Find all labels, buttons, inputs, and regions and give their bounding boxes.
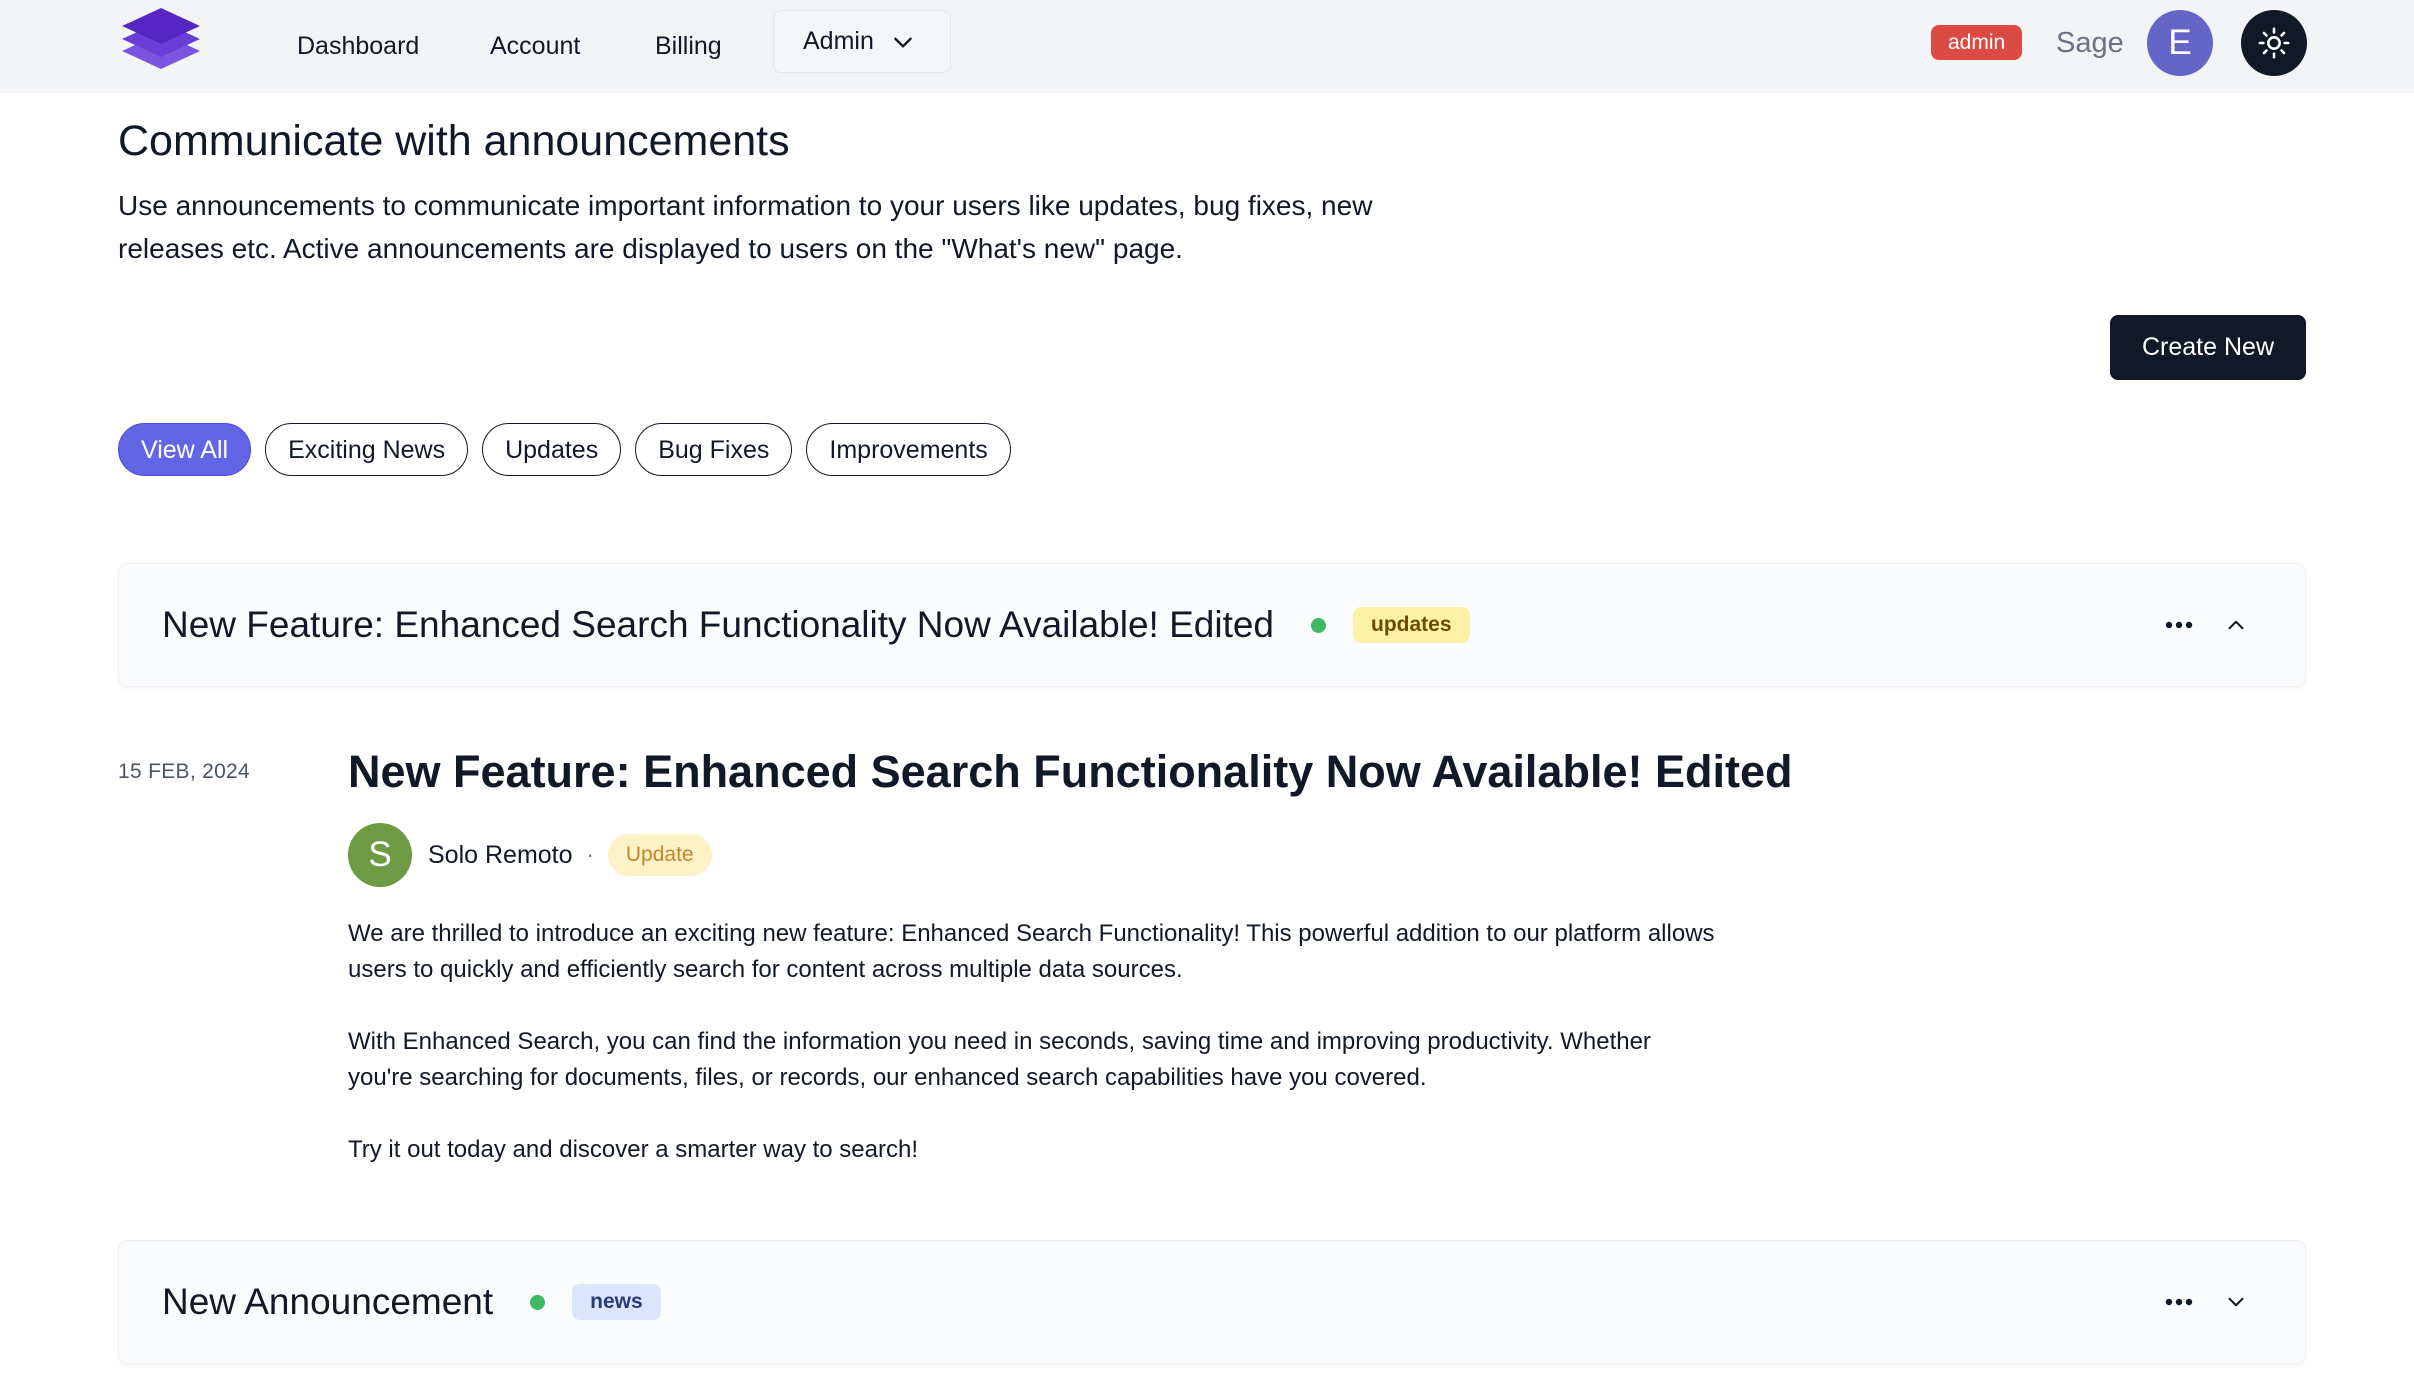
filter-exciting-news[interactable]: Exciting News	[265, 423, 469, 476]
create-new-button[interactable]: Create New	[2110, 315, 2306, 380]
nav-account[interactable]: Account	[490, 24, 580, 68]
announcement-row[interactable]: New Feature: Enhanced Search Functionali…	[118, 563, 2306, 687]
announcement-title: New Feature: Enhanced Search Functionali…	[162, 604, 1275, 645]
post-paragraph: We are thrilled to introduce an exciting…	[348, 920, 1715, 983]
post-paragraph: Try it out today and discover a smarter …	[348, 1136, 919, 1163]
chevron-down-icon[interactable]	[2223, 1289, 2249, 1315]
author-name: Solo Remoto	[428, 840, 573, 869]
username: Sage	[2056, 27, 2124, 59]
filter-chips: View All Exciting News Updates Bug Fixes…	[118, 423, 1011, 476]
theme-toggle-button[interactable]	[2241, 10, 2307, 76]
author-avatar: S	[348, 823, 412, 887]
role-badge: admin	[1931, 25, 2023, 60]
separator-dot: ·	[586, 842, 594, 867]
announcement-row[interactable]: New Announcement news	[118, 1240, 2306, 1364]
filter-bug-fixes[interactable]: Bug Fixes	[635, 423, 793, 476]
post-title: New Feature: Enhanced Search Functionali…	[348, 746, 1793, 797]
announcement-tag: news	[572, 1284, 661, 1320]
more-icon[interactable]	[2165, 1298, 2193, 1306]
logo-icon[interactable]	[121, 5, 201, 75]
more-icon[interactable]	[2165, 621, 2193, 629]
chevron-down-icon	[894, 37, 912, 48]
top-navbar: Dashboard Account Billing Admin admin Sa…	[0, 0, 2414, 93]
nav-billing[interactable]: Billing	[655, 24, 722, 68]
filter-improvements[interactable]: Improvements	[806, 423, 1011, 476]
page-title: Communicate with announcements	[118, 117, 790, 165]
status-dot	[530, 1294, 546, 1310]
admin-menu-button[interactable]: Admin	[773, 10, 951, 73]
category-pill: Update	[607, 834, 712, 876]
nav-dashboard[interactable]: Dashboard	[297, 24, 419, 68]
announcement-title: New Announcement	[162, 1281, 494, 1322]
announcement-tag: updates	[1353, 607, 1470, 643]
post-body: We are thrilled to introduce an exciting…	[348, 916, 1718, 1204]
chevron-up-icon[interactable]	[2223, 612, 2249, 638]
filter-updates[interactable]: Updates	[482, 423, 622, 476]
author-row: S Solo Remoto · Update	[348, 823, 712, 887]
filter-view-all[interactable]: View All	[118, 423, 252, 476]
user-avatar[interactable]: E	[2147, 10, 2213, 76]
status-dot	[1311, 617, 1327, 633]
admin-menu-label: Admin	[803, 27, 874, 55]
post-paragraph: With Enhanced Search, you can find the i…	[348, 1028, 1651, 1091]
page-description: Use announcements to communicate importa…	[118, 190, 1373, 264]
sun-icon	[2258, 27, 2290, 59]
post-date: 15 FEB, 2024	[118, 760, 251, 783]
